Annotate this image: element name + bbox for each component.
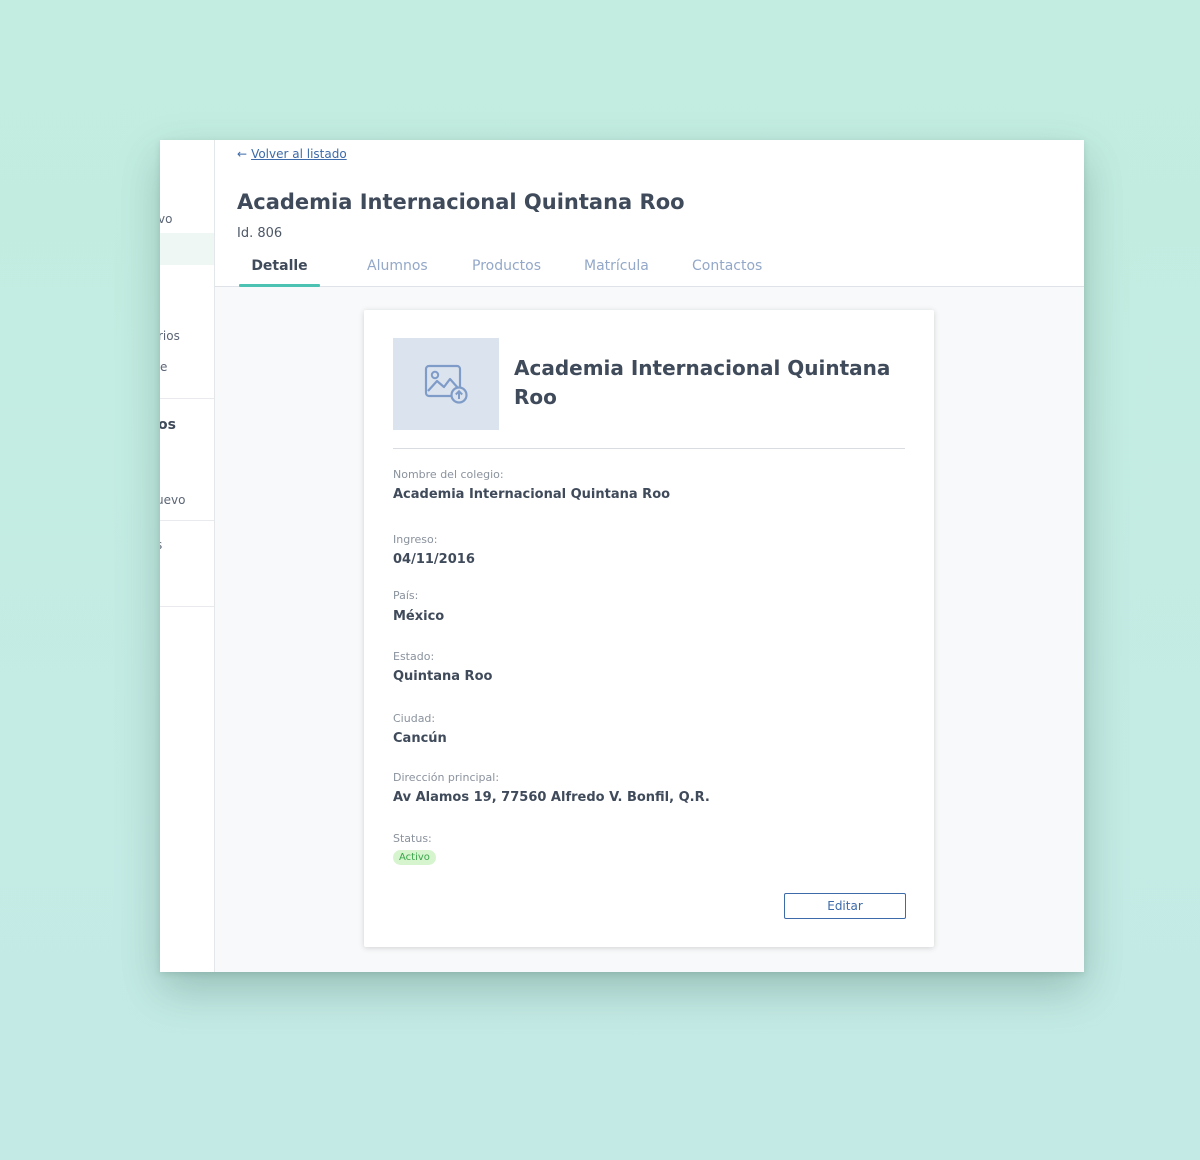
sidebar-item[interactable]: ·	[160, 698, 161, 712]
sidebar-divider	[160, 606, 214, 607]
field-value-ingreso: 04/11/2016	[393, 552, 475, 567]
school-image-upload[interactable]	[393, 338, 499, 430]
arrow-left-icon: ←	[237, 147, 248, 161]
back-to-list-link[interactable]: ← Volver al listado	[237, 147, 347, 161]
status-badge: Activo	[393, 850, 436, 865]
page-title: Academia Internacional Quintana Roo	[237, 190, 685, 214]
field-label-ciudad: Ciudad:	[393, 712, 436, 725]
tab-contactos[interactable]: Contactos	[692, 258, 762, 274]
field-value-nombre: Academia Internacional Quintana Roo	[393, 487, 671, 502]
tab-productos[interactable]: Productos	[472, 258, 541, 274]
sidebar-item[interactable]: ·	[160, 665, 161, 679]
field-label-status: Status:	[393, 832, 432, 845]
field-value-direccion: Av Alamos 19, 77560 Alfredo V. Bonfil, Q…	[393, 790, 710, 805]
record-id: Id. 806	[237, 226, 283, 241]
sidebar-item[interactable]: rios	[160, 329, 180, 343]
field-label-nombre: Nombre del colegio:	[393, 468, 504, 481]
field-label-pais: País:	[393, 589, 419, 602]
field-value-estado: Quintana Roo	[393, 669, 493, 684]
tab-alumnos[interactable]: Alumnos	[367, 258, 428, 274]
sidebar-divider	[160, 520, 214, 521]
field-label-ingreso: Ingreso:	[393, 533, 438, 546]
field-value-pais: México	[393, 609, 445, 624]
sidebar-item[interactable]: uevo	[160, 493, 185, 507]
card-title: Academia Internacional Quintana Roo	[514, 356, 891, 409]
sidebar-item-active[interactable]	[160, 233, 214, 265]
sidebar-item[interactable]: s	[160, 538, 162, 552]
back-link-label: Volver al listado	[251, 147, 347, 161]
sidebar-item[interactable]: vo	[160, 212, 172, 226]
sidebar: vo rios e os uevo s · ·	[160, 140, 215, 972]
tab-detalle[interactable]: Detalle	[239, 258, 320, 274]
active-tab-indicator	[239, 284, 320, 287]
image-upload-icon	[424, 364, 468, 404]
school-detail-card: Academia Internacional Quintana Roo Nomb…	[364, 310, 934, 947]
field-value-ciudad: Cancún	[393, 731, 447, 746]
field-label-estado: Estado:	[393, 650, 435, 663]
sidebar-section-heading: os	[160, 417, 176, 433]
page-header: ← Volver al listado Academia Internacion…	[215, 140, 1084, 287]
sidebar-item[interactable]: e	[160, 360, 167, 374]
card-divider	[393, 448, 905, 449]
field-label-direccion: Dirección principal:	[393, 771, 500, 784]
app-window: vo rios e os uevo s · · ← Volver al list…	[160, 140, 1084, 972]
tab-matricula[interactable]: Matrícula	[584, 258, 649, 274]
edit-button[interactable]: Editar	[784, 893, 906, 919]
sidebar-divider	[160, 398, 214, 399]
